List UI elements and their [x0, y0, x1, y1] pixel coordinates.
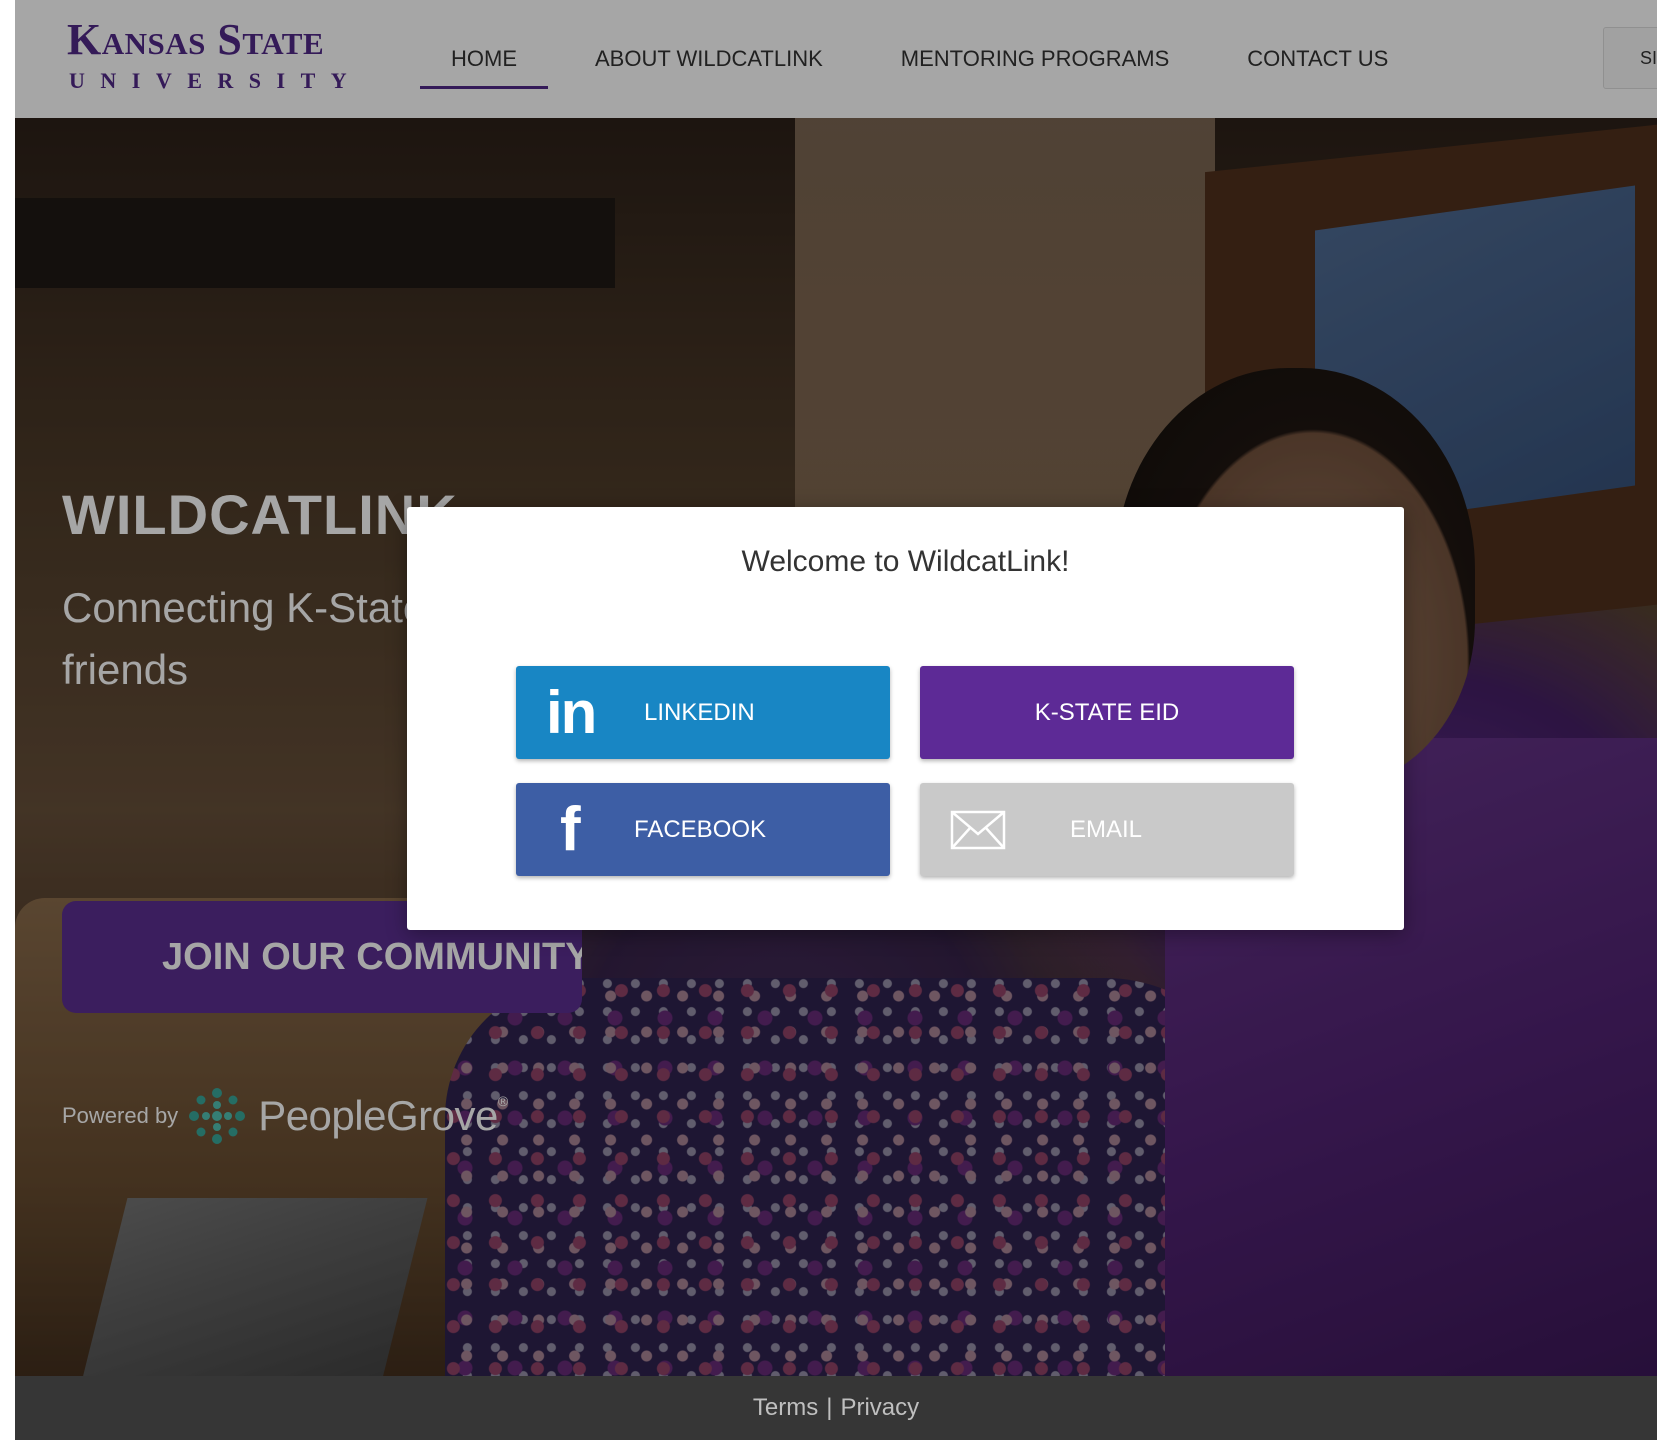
site-footer: Terms | Privacy	[15, 1376, 1657, 1440]
kstate-eid-login-button[interactable]: K-STATE EID	[920, 666, 1294, 759]
facebook-login-button[interactable]: f FACEBOOK	[516, 783, 890, 876]
linkedin-button-label: LINKEDIN	[644, 698, 755, 726]
footer-separator: |	[826, 1394, 833, 1421]
modal-title: Welcome to WildcatLink!	[741, 545, 1070, 578]
kstate-eid-button-label: K-STATE EID	[1034, 698, 1180, 726]
linkedin-login-button[interactable]: in LINKEDIN	[516, 666, 890, 759]
facebook-icon-glyph: f	[560, 794, 581, 864]
envelope-icon	[950, 783, 1006, 876]
login-modal: Welcome to WildcatLink! in LINKEDIN K-ST…	[407, 507, 1404, 930]
linkedin-icon: in	[546, 666, 597, 759]
page: WILDCATLINK Connecting K-State alumni an…	[15, 0, 1657, 1440]
facebook-icon: f	[546, 783, 581, 876]
email-login-button[interactable]: EMAIL	[920, 783, 1294, 876]
facebook-button-label: FACEBOOK	[634, 815, 767, 843]
email-button-label: EMAIL	[1070, 815, 1143, 843]
envelope-icon-svg	[950, 810, 1006, 849]
privacy-link[interactable]: Privacy	[840, 1394, 919, 1422]
linkedin-icon-glyph: in	[546, 678, 597, 746]
terms-link[interactable]: Terms	[753, 1394, 818, 1422]
